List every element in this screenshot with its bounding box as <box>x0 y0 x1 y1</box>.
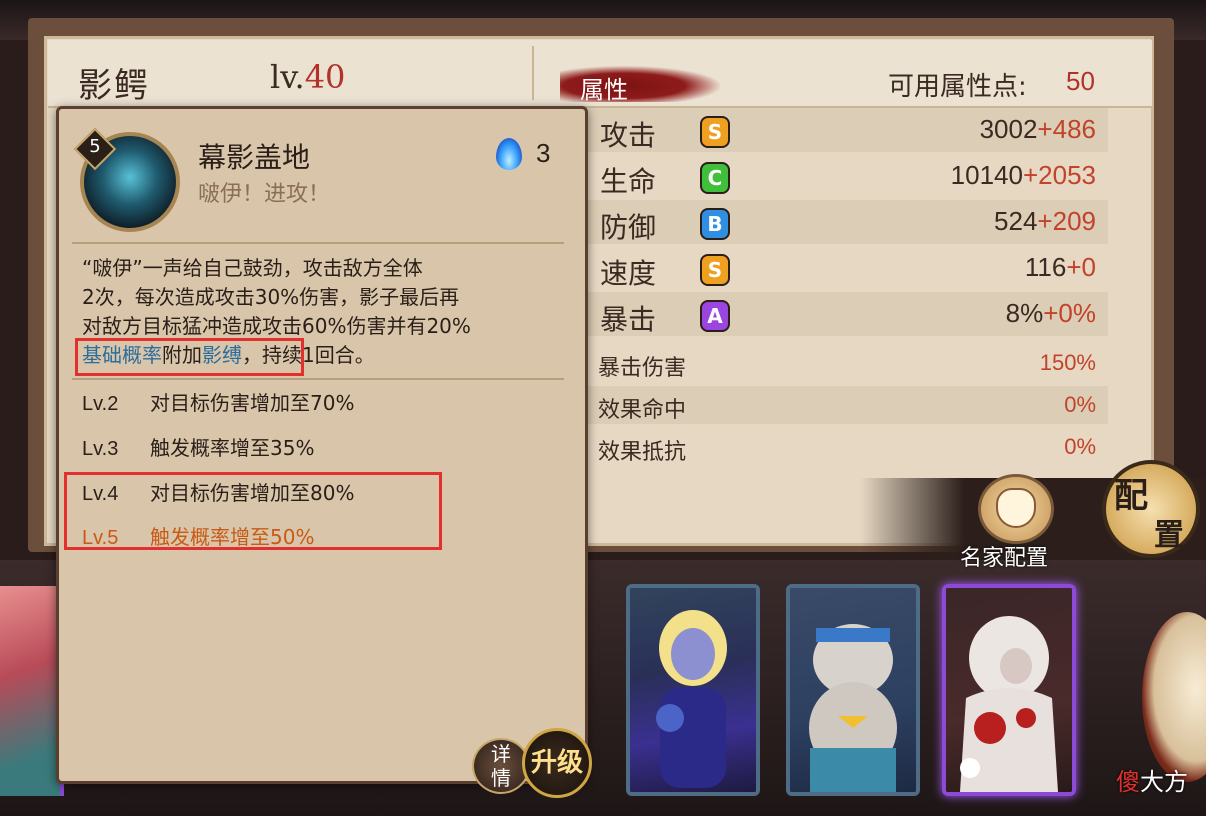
stat-base: 524 <box>994 206 1038 236</box>
stat-name: 速度 <box>600 257 657 290</box>
stat-base: 116 <box>1024 252 1067 282</box>
substat-row-effect-hit: 效果命中 0% <box>588 386 1108 424</box>
level-prefix: lv. <box>270 58 305 96</box>
famous-config-label[interactable]: 名家配置 <box>960 540 1048 572</box>
attributes-title: 属性 <box>580 76 628 104</box>
stat-name: 生命 <box>600 165 657 198</box>
divider <box>72 242 564 244</box>
config-char-2: 置 <box>1154 518 1184 553</box>
card-portrait <box>630 588 756 792</box>
desc-line: 2次，每次造成攻击30%伤害，影子最后再 <box>82 285 460 309</box>
hamster-portrait-icon <box>809 624 897 792</box>
substat-name: 效果抵抗 <box>598 440 687 465</box>
card-portrait <box>946 588 1072 792</box>
upgrade-level: Lv.2 <box>82 393 119 415</box>
substat-name: 效果命中 <box>598 398 687 423</box>
shikigami-card-2[interactable] <box>786 584 920 796</box>
stat-base: 3002 <box>979 114 1038 144</box>
watermark-red: 傻 <box>1116 768 1140 796</box>
header-divider <box>532 46 534 100</box>
stat-name: 防御 <box>600 211 657 244</box>
shikigami-card-3-selected[interactable] <box>942 584 1076 796</box>
stat-value: 3002+486 <box>980 114 1096 145</box>
shikigami-name: 影鳄 <box>78 66 150 106</box>
grade-a-icon: A <box>700 300 730 332</box>
upgrade-text: 触发概率增至35% <box>150 436 315 460</box>
grade-b-icon: B <box>700 208 730 240</box>
stat-row-hp: 生命 C 10140+2053 <box>588 154 1108 198</box>
upgrade-row: Lv.2 对目标伤害增加至70% <box>82 387 354 416</box>
upgrade-level: Lv.3 <box>82 438 119 460</box>
stat-row-crit: 暴击 A 8%+0% <box>588 292 1108 336</box>
stat-value: 524+209 <box>994 206 1096 237</box>
config-char-1: 配 <box>1114 476 1148 516</box>
shikigami-level: lv.40 <box>270 58 345 96</box>
stat-row-defense: 防御 B 524+209 <box>588 200 1108 244</box>
stat-value: 8%+0% <box>1006 298 1096 329</box>
stat-name: 暴击 <box>600 303 657 336</box>
stat-row-attack: 攻击 S 3002+486 <box>588 108 1108 152</box>
watermark: 傻大方 <box>1116 762 1188 797</box>
oni-portrait-icon <box>656 610 727 788</box>
upgrade-row: Lv.3 触发概率增至35% <box>82 432 314 461</box>
skill-level-text: 5 <box>89 136 101 157</box>
skill-quote: 啵伊！进攻！ <box>198 182 331 207</box>
skill-cost: 3 <box>536 138 551 168</box>
available-points-value: 50 <box>1066 66 1095 96</box>
available-points-label: 可用属性点: <box>888 72 1027 102</box>
stat-value: 116+0 <box>1025 252 1096 283</box>
divider <box>72 378 564 380</box>
stat-bonus: +209 <box>1037 206 1096 236</box>
grade-s-icon: S <box>700 254 730 286</box>
stat-name: 攻击 <box>600 119 657 152</box>
substat-value: 150% <box>1039 350 1096 375</box>
shikigami-card-1[interactable] <box>626 584 760 796</box>
stat-value: 10140+2053 <box>951 160 1096 191</box>
grade-c-icon: C <box>700 162 730 194</box>
desc-line: 对敌方目标猛冲造成攻击60%伤害并有20% <box>82 314 471 338</box>
stat-base: 10140 <box>950 160 1023 190</box>
stat-bonus: +0 <box>1066 252 1096 282</box>
substat-row-effect-resist: 效果抵抗 0% <box>588 428 1108 466</box>
substat-name: 暴击伤害 <box>598 356 687 381</box>
config-button[interactable]: 配 置 <box>1102 460 1200 558</box>
stat-bonus: +2053 <box>1022 160 1096 190</box>
highlight-box-keywords <box>75 338 304 376</box>
highlight-box-upgrades <box>64 472 442 550</box>
upgrade-text: 对目标伤害增加至70% <box>150 391 355 415</box>
watermark-white: 大方 <box>1140 768 1188 796</box>
ghost-fire-icon <box>496 138 522 170</box>
shikigami-card-partial[interactable] <box>0 586 64 796</box>
stat-bonus: +486 <box>1037 114 1096 144</box>
skill-name: 幕影盖地 <box>198 141 311 174</box>
desc-line: “啵伊”一声给自己鼓劲，攻击敌方全体 <box>82 256 423 280</box>
upgrade-button[interactable]: 升级 <box>522 728 592 798</box>
stat-bonus: +0% <box>1043 298 1096 328</box>
grade-s-icon: S <box>700 116 730 148</box>
level-value: 40 <box>304 58 346 96</box>
kitsune-portrait-icon <box>960 616 1058 792</box>
substat-value: 0% <box>1064 434 1096 459</box>
stat-base: 8% <box>1005 298 1044 328</box>
detail-label: 详情 <box>491 742 511 790</box>
stat-row-speed: 速度 S 116+0 <box>588 246 1108 290</box>
substat-row-crit-damage: 暴击伤害 150% <box>588 344 1108 382</box>
fox-mask-icon <box>996 488 1036 528</box>
substat-value: 0% <box>1064 392 1096 417</box>
card-portrait <box>790 588 916 792</box>
